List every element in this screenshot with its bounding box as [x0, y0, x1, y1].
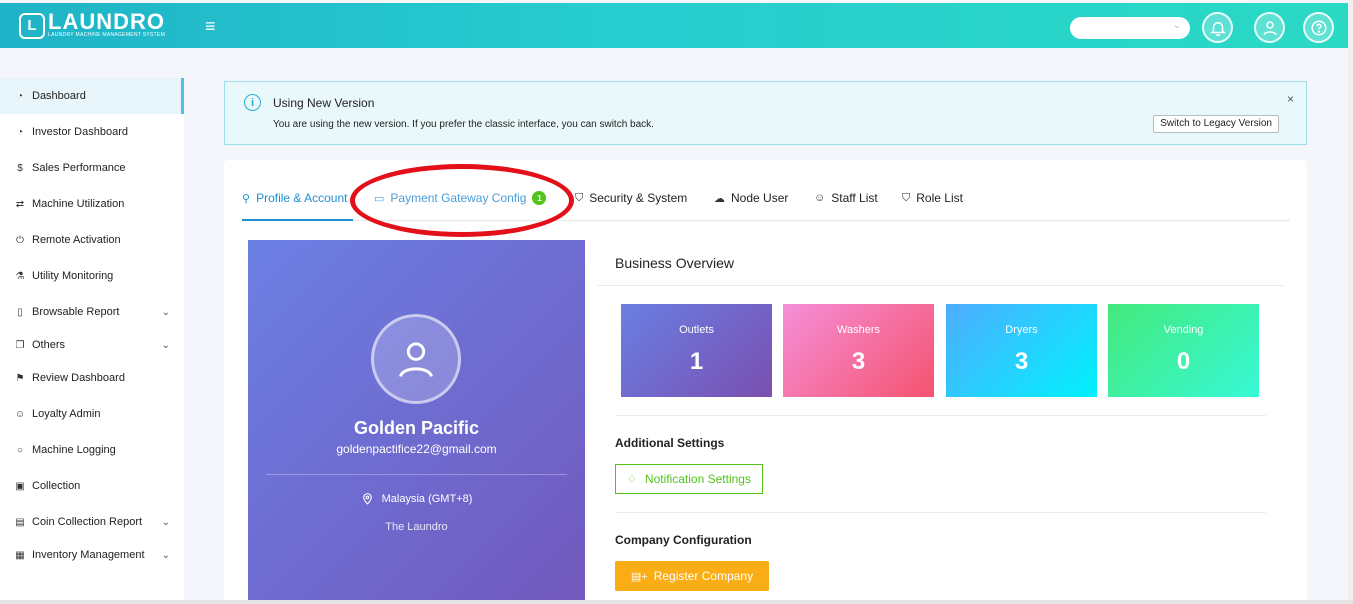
settings-card: ⚲ Profile & Account ▭ Payment Gateway Co…	[224, 160, 1307, 604]
notification-settings-button[interactable]: ♢ Notification Settings	[615, 464, 763, 494]
swap-icon: ⇄	[15, 198, 25, 210]
divider	[615, 415, 1266, 416]
horizontal-scrollbar[interactable]	[0, 600, 1353, 604]
laundro-logo[interactable]: L LAUNDRO LAUNDRY MACHINE MANAGEMENT SYS…	[19, 9, 166, 39]
profile-email: goldenpactifice22@gmail.com	[336, 442, 497, 456]
profile-company: The Laundro	[385, 521, 448, 533]
stat-card-vending: Vending 0	[1108, 304, 1259, 397]
notice-title: Using New Version	[273, 96, 375, 110]
chevron-down-icon: ⌄	[1172, 20, 1181, 31]
stat-label: Washers	[837, 324, 880, 336]
stat-value: 3	[1014, 348, 1029, 375]
profile-location: Malaysia (GMT+8)	[248, 492, 585, 505]
shield-icon: ⛉	[575, 191, 584, 204]
close-icon[interactable]: ×	[1287, 92, 1294, 106]
user-icon: ⚲	[242, 192, 251, 205]
stat-value: 1	[689, 348, 704, 375]
stat-label: Dryers	[1005, 324, 1038, 336]
sidebar-item-machine-logging[interactable]: ○ Machine Logging	[0, 432, 184, 468]
credit-card-icon: ▭	[374, 192, 385, 205]
sidebar-item-investor-dashboard[interactable]: ◔ Investor Dashboard	[0, 114, 184, 150]
collection-icon: ▣	[15, 480, 25, 492]
sidebar-item-collection[interactable]: ▣ Collection	[0, 468, 184, 504]
shield-check-icon: ⛉	[902, 191, 911, 204]
logo-badge: L	[19, 12, 45, 39]
sidebar-item-remote-activation[interactable]: ⏻ Remote Activation	[0, 222, 184, 258]
sidebar-item-loyalty-admin[interactable]: ☺ Loyalty Admin	[0, 396, 184, 432]
chevron-down-icon: ⌄	[161, 549, 170, 561]
business-overview-title: Business Overview	[615, 255, 735, 271]
power-icon: ⏻	[16, 234, 24, 246]
logo-title: LAUNDRO	[48, 9, 165, 34]
sidebar-item-coin-collection-report[interactable]: ▤ Coin Collection Report ⌄	[0, 504, 184, 540]
tab-payment-gateway-config[interactable]: ▭ Payment Gateway Config 1	[374, 191, 547, 205]
dollar-icon: $	[17, 162, 23, 174]
profile-divider	[266, 474, 567, 475]
top-header: L LAUNDRO LAUNDRY MACHINE MANAGEMENT SYS…	[0, 3, 1348, 48]
sidebar-item-review-dashboard[interactable]: ⚑ Review Dashboard	[0, 360, 184, 396]
inventory-icon: ▦	[15, 549, 25, 561]
logo-subtitle: LAUNDRY MACHINE MANAGEMENT SYSTEM	[48, 32, 166, 38]
location-pin-icon	[362, 493, 372, 505]
scrollbar[interactable]	[1348, 0, 1353, 604]
stat-value: 3	[851, 348, 866, 375]
dashboard-icon: ◔	[16, 126, 24, 138]
hamburger-icon[interactable]: ≡	[205, 17, 216, 35]
stat-label: Vending	[1163, 324, 1204, 336]
avatar[interactable]	[371, 314, 461, 404]
chevron-down-icon: ⌄	[161, 516, 170, 528]
stat-label: Outlets	[679, 324, 714, 336]
stat-value: 0	[1176, 348, 1191, 375]
sidebar-item-dashboard[interactable]: ◔ Dashboard	[0, 78, 184, 114]
sidebar-item-inventory-management[interactable]: ▦ Inventory Management ⌄	[0, 540, 184, 570]
settings-tabs: ⚲ Profile & Account ▭ Payment Gateway Co…	[242, 160, 1290, 221]
users-icon: ☺	[14, 408, 26, 420]
sidebar-item-browsable-report[interactable]: ▯ Browsable Report ⌄	[0, 294, 184, 330]
user-icon[interactable]	[1254, 12, 1285, 43]
info-icon: i	[244, 94, 261, 111]
tab-role-list[interactable]: ⛉ Role List	[902, 191, 963, 205]
user-icon	[398, 342, 434, 378]
copy-icon: ❐	[15, 339, 25, 351]
dashboard-icon: ◔	[16, 90, 24, 102]
divider	[615, 512, 1266, 513]
stat-card-washers: Washers 3	[783, 304, 934, 397]
stat-card-dryers: Dryers 3	[946, 304, 1097, 397]
register-icon: ▤+	[630, 570, 648, 583]
bell-icon[interactable]	[1202, 12, 1233, 43]
bell-icon: ♢	[627, 473, 637, 486]
register-company-button[interactable]: ▤+ Register Company	[615, 561, 769, 591]
additional-settings-title: Additional Settings	[615, 436, 725, 450]
coin-report-icon: ▤	[15, 516, 25, 528]
tab-node-user[interactable]: ☁ Node User	[714, 191, 788, 205]
notification-badge: 1	[532, 191, 547, 205]
sidebar-item-sales-performance[interactable]: $ Sales Performance	[0, 150, 184, 186]
sidebar-item-utility-monitoring[interactable]: ⚗ Utility Monitoring	[0, 258, 184, 294]
switch-legacy-button[interactable]: Switch to Legacy Version	[1153, 115, 1279, 133]
sidebar: ◔ Dashboard ◔ Investor Dashboard $ Sales…	[0, 78, 184, 600]
company-configuration-title: Company Configuration	[615, 533, 752, 547]
team-icon: ☺	[814, 192, 826, 204]
help-icon[interactable]	[1303, 12, 1334, 43]
flag-icon: ⚑	[15, 372, 25, 384]
sidebar-item-others[interactable]: ❐ Others ⌄	[0, 330, 184, 360]
active-tab-underline	[242, 219, 353, 221]
tab-profile-account[interactable]: ⚲ Profile & Account	[242, 191, 347, 205]
profile-name: Golden Pacific	[353, 418, 480, 438]
circle-icon: ○	[16, 444, 24, 456]
header-select[interactable]: ⌄	[1070, 17, 1190, 39]
chevron-down-icon: ⌄	[161, 339, 170, 351]
sidebar-item-machine-utilization[interactable]: ⇄ Machine Utilization	[0, 186, 184, 222]
chevron-down-icon: ⌄	[161, 306, 170, 318]
tab-staff-list[interactable]: ☺ Staff List	[814, 191, 878, 205]
flask-icon: ⚗	[15, 270, 25, 282]
tab-security-system[interactable]: ⛉ Security & System	[575, 191, 687, 205]
report-icon: ▯	[17, 306, 23, 318]
cloud-icon: ☁	[714, 192, 725, 205]
new-version-notice: i Using New Version You are using the ne…	[224, 81, 1307, 145]
stat-card-outlets: Outlets 1	[621, 304, 772, 397]
divider	[597, 285, 1285, 286]
notice-text: You are using the new version. If you pr…	[273, 119, 654, 130]
profile-panel: Golden Pacific goldenpactifice22@gmail.c…	[248, 240, 585, 604]
